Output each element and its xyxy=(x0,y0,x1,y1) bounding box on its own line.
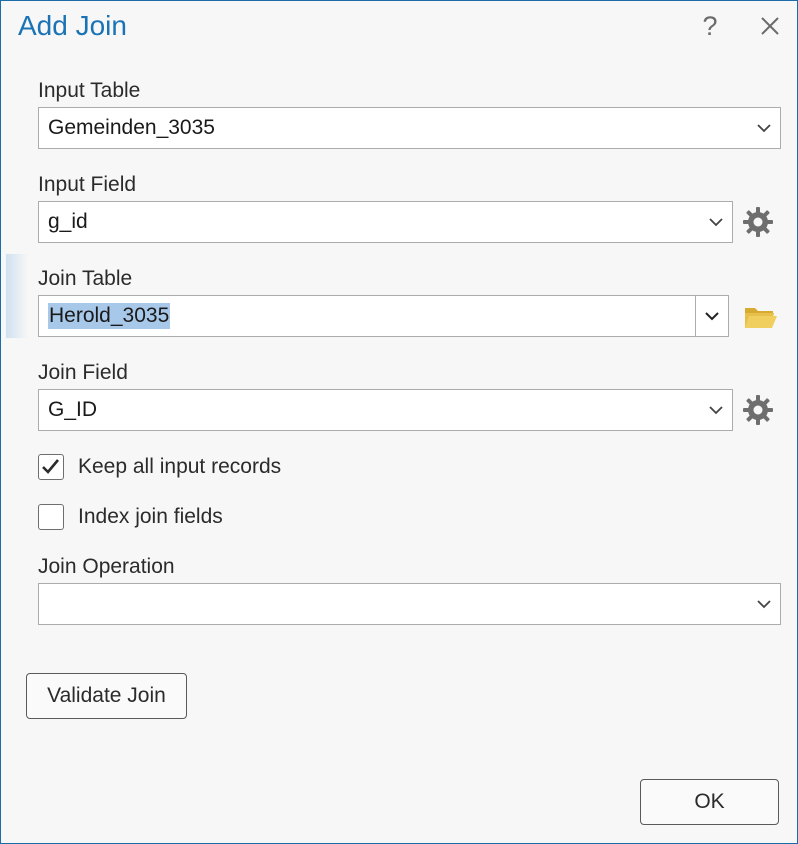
join-table-value[interactable]: Herold_3035 xyxy=(48,303,171,329)
keep-all-input-records-checkbox[interactable] xyxy=(38,454,64,480)
input-field-label: Input Field xyxy=(38,173,137,196)
index-join-fields-checkbox[interactable] xyxy=(38,504,64,530)
join-table-label: Join Table xyxy=(38,267,133,290)
input-field-value: g_id xyxy=(48,210,88,233)
join-table-select[interactable]: Herold_3035 xyxy=(38,295,729,337)
add-join-dialog: Add Join ? Input Table Gemeinden_3035 In… xyxy=(0,0,798,844)
join-operation-select[interactable] xyxy=(38,583,781,625)
join-operation-label: Join Operation xyxy=(38,555,175,578)
index-join-fields-label[interactable]: Index join fields xyxy=(78,505,223,529)
checkmark-icon xyxy=(42,459,59,474)
help-icon[interactable]: ? xyxy=(698,9,722,43)
chevron-down-icon xyxy=(709,406,723,415)
input-table-value: Gemeinden_3035 xyxy=(48,116,215,139)
join-field-label: Join Field xyxy=(38,361,128,384)
input-field-select[interactable]: g_id xyxy=(38,201,733,243)
chevron-down-icon xyxy=(709,218,723,227)
gear-icon[interactable] xyxy=(740,392,776,428)
input-table-label: Input Table xyxy=(38,79,141,102)
folder-icon[interactable] xyxy=(742,299,778,335)
chevron-down-icon xyxy=(705,312,719,321)
active-parameter-indicator xyxy=(6,254,28,338)
input-table-select[interactable]: Gemeinden_3035 xyxy=(38,107,781,149)
gear-icon[interactable] xyxy=(740,204,776,240)
close-icon[interactable] xyxy=(757,13,783,39)
chevron-down-icon xyxy=(757,600,771,609)
chevron-down-icon xyxy=(757,124,771,133)
dialog-title: Add Join xyxy=(18,10,127,41)
join-field-select[interactable]: G_ID xyxy=(38,389,733,431)
join-table-dropdown-button[interactable] xyxy=(695,296,728,336)
validate-join-button[interactable]: Validate Join xyxy=(26,673,187,719)
ok-button[interactable]: OK xyxy=(640,779,779,825)
join-field-value: G_ID xyxy=(48,398,98,421)
keep-all-input-records-label[interactable]: Keep all input records xyxy=(78,455,281,479)
